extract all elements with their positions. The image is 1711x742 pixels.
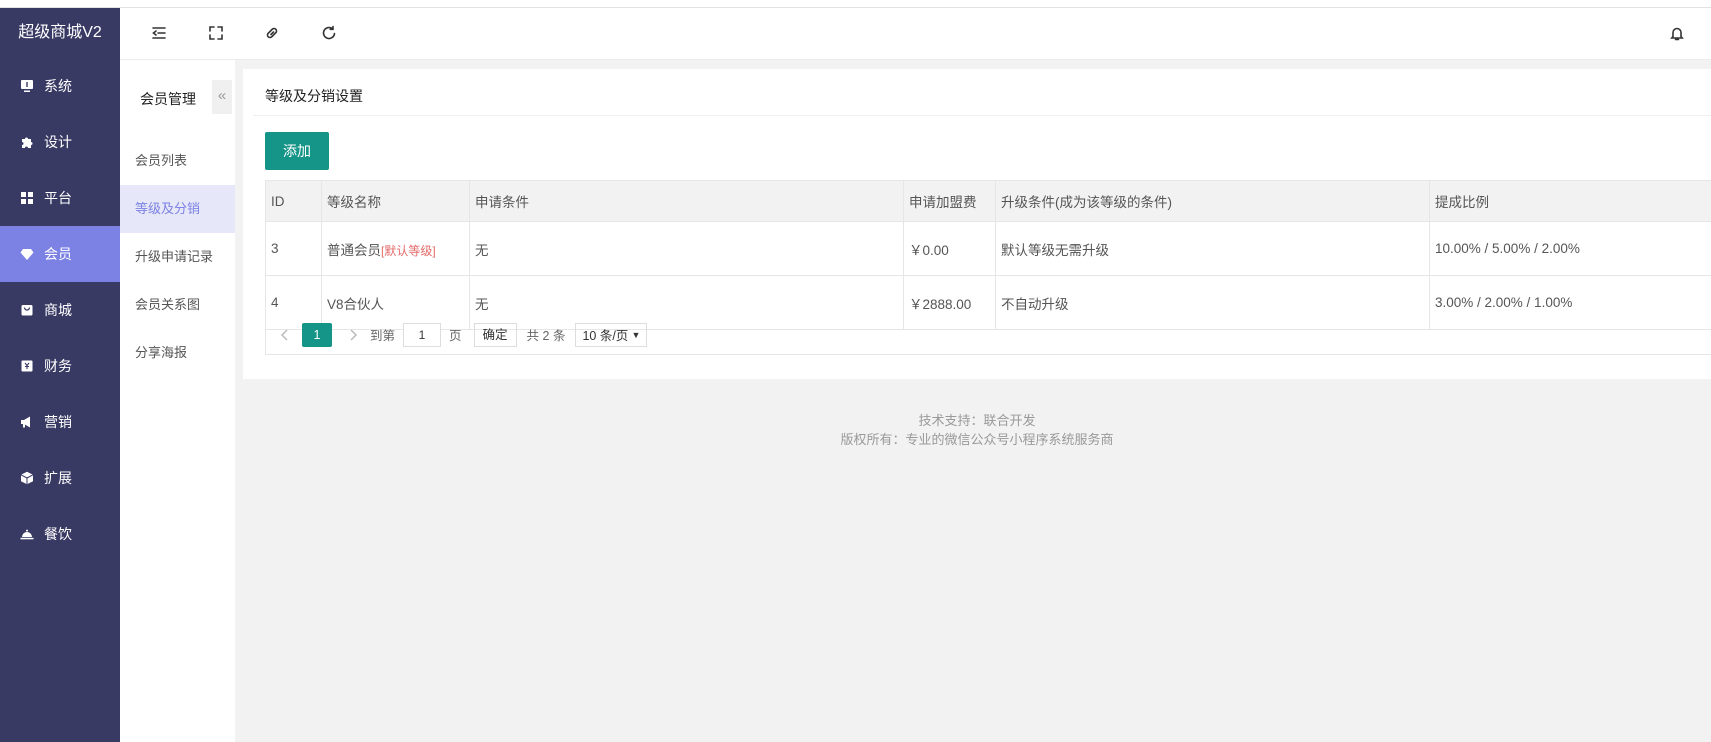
column-header-condition: 申请条件	[469, 180, 904, 222]
table-row[interactable]: 3 普通会员[默认等级] 无 ￥0.00 默认等级无需升级 10.00% / 5…	[265, 221, 1711, 276]
fullscreen-icon[interactable]	[207, 24, 225, 42]
monitor-icon	[20, 79, 34, 93]
sidebar-item-label: 会员	[44, 246, 72, 262]
current-page[interactable]: 1	[302, 322, 332, 347]
sidebar-item-catering[interactable]: 餐饮	[0, 506, 120, 562]
megaphone-icon	[20, 415, 34, 429]
column-header-id: ID	[265, 180, 322, 222]
footer-support: 技术支持：联合开发	[918, 413, 1036, 428]
prev-page-icon[interactable]	[278, 328, 292, 342]
goto-prefix: 到第	[370, 329, 396, 343]
sidebar-item-label: 财务	[44, 358, 72, 374]
sidebar-item-label: 平台	[44, 190, 72, 206]
sidebar-item-finance[interactable]: 财务	[0, 338, 120, 394]
link-icon[interactable]	[263, 24, 281, 42]
submenu-collapse-button[interactable]: «	[212, 80, 232, 114]
cube-icon	[20, 471, 34, 485]
goto-page-input[interactable]	[403, 322, 442, 347]
submenu-title: 会员管理	[140, 91, 196, 107]
submenu-item-level-distribution[interactable]: 等级及分销	[120, 185, 235, 233]
cell-condition: 无	[469, 221, 904, 276]
puzzle-icon	[20, 135, 34, 149]
total-count: 共 2 条	[526, 329, 566, 343]
footer-copyright: 版权所有：专业的微信公众号小程序系统服务商	[840, 432, 1114, 447]
grid-icon	[20, 191, 34, 205]
default-level-tag: [默认等级]	[381, 243, 436, 258]
sidebar-item-label: 餐饮	[44, 526, 72, 542]
content-card: 等级及分销设置 添加 ID 等级名称 申请条件 申请加盟费 升级条件(成为该等级…	[243, 69, 1711, 379]
page-size-select[interactable]: 10 条/页 ▼	[575, 322, 648, 347]
column-header-fee: 申请加盟费	[903, 180, 996, 222]
sidebar-item-label: 商城	[44, 302, 72, 318]
pagination: 1 到第 页 确定 共 2 条 10 条/页 ▼	[265, 315, 1711, 355]
diamond-icon	[20, 247, 34, 261]
sidebar-item-marketing[interactable]: 营销	[0, 394, 120, 450]
submenu-item-upgrade-records[interactable]: 升级申请记录	[120, 233, 235, 281]
sidebar-item-label: 设计	[44, 134, 72, 150]
submenu-item-member-list[interactable]: 会员列表	[120, 137, 235, 185]
sidebar-item-member[interactable]: 会员	[0, 226, 120, 282]
app-brand[interactable]: 超级商城V2	[0, 8, 120, 58]
level-name: V8合伙人	[327, 296, 385, 312]
column-header-upgrade: 升级条件(成为该等级的条件)	[995, 180, 1430, 222]
top-border	[0, 0, 1711, 8]
column-header-ratio: 提成比例	[1429, 180, 1711, 222]
menu-collapse-icon[interactable]	[150, 24, 168, 42]
goto-suffix: 页	[449, 329, 462, 343]
submenu: 会员管理 会员列表 等级及分销 升级申请记录 会员关系图 分享海报	[120, 60, 235, 742]
cell-name: 普通会员[默认等级]	[321, 221, 470, 276]
sidebar: 超级商城V2 系统 设计 平台 会员 商城 财务 营销 扩展 餐饮	[0, 8, 120, 742]
page-title: 等级及分销设置	[265, 88, 363, 104]
add-button[interactable]: 添加	[265, 132, 329, 170]
sidebar-item-design[interactable]: 设计	[0, 114, 120, 170]
submenu-item-share-poster[interactable]: 分享海报	[120, 329, 235, 377]
sidebar-item-label: 扩展	[44, 470, 72, 486]
level-table: ID 等级名称 申请条件 申请加盟费 升级条件(成为该等级的条件) 提成比例 3…	[265, 180, 1711, 330]
refresh-icon[interactable]	[320, 24, 338, 42]
sidebar-item-mall[interactable]: 商城	[0, 282, 120, 338]
confirm-goto-button[interactable]: 确定	[473, 322, 517, 347]
cell-ratio: 10.00% / 5.00% / 2.00%	[1429, 221, 1711, 276]
food-cover-icon	[20, 527, 34, 541]
wallet-icon	[20, 359, 34, 373]
title-divider	[253, 115, 1711, 116]
sidebar-item-platform[interactable]: 平台	[0, 170, 120, 226]
column-header-name: 等级名称	[321, 180, 470, 222]
sidebar-item-system[interactable]: 系统	[0, 58, 120, 114]
submenu-item-relation-graph[interactable]: 会员关系图	[120, 281, 235, 329]
cell-fee: ￥0.00	[903, 221, 996, 276]
table-header-row: ID 等级名称 申请条件 申请加盟费 升级条件(成为该等级的条件) 提成比例	[265, 180, 1711, 222]
cell-upgrade: 默认等级无需升级	[995, 221, 1430, 276]
next-page-icon[interactable]	[346, 328, 360, 342]
level-name: 普通会员	[327, 242, 381, 258]
dropdown-arrow-icon: ▼	[631, 329, 641, 340]
bell-icon[interactable]	[1668, 24, 1686, 42]
page-size-value: 10 条/页	[582, 329, 629, 343]
bag-icon	[20, 303, 34, 317]
sidebar-item-label: 系统	[44, 78, 72, 94]
cell-id: 3	[265, 221, 322, 276]
sidebar-item-extension[interactable]: 扩展	[0, 450, 120, 506]
sidebar-item-label: 营销	[44, 414, 72, 430]
top-header	[120, 8, 1711, 60]
